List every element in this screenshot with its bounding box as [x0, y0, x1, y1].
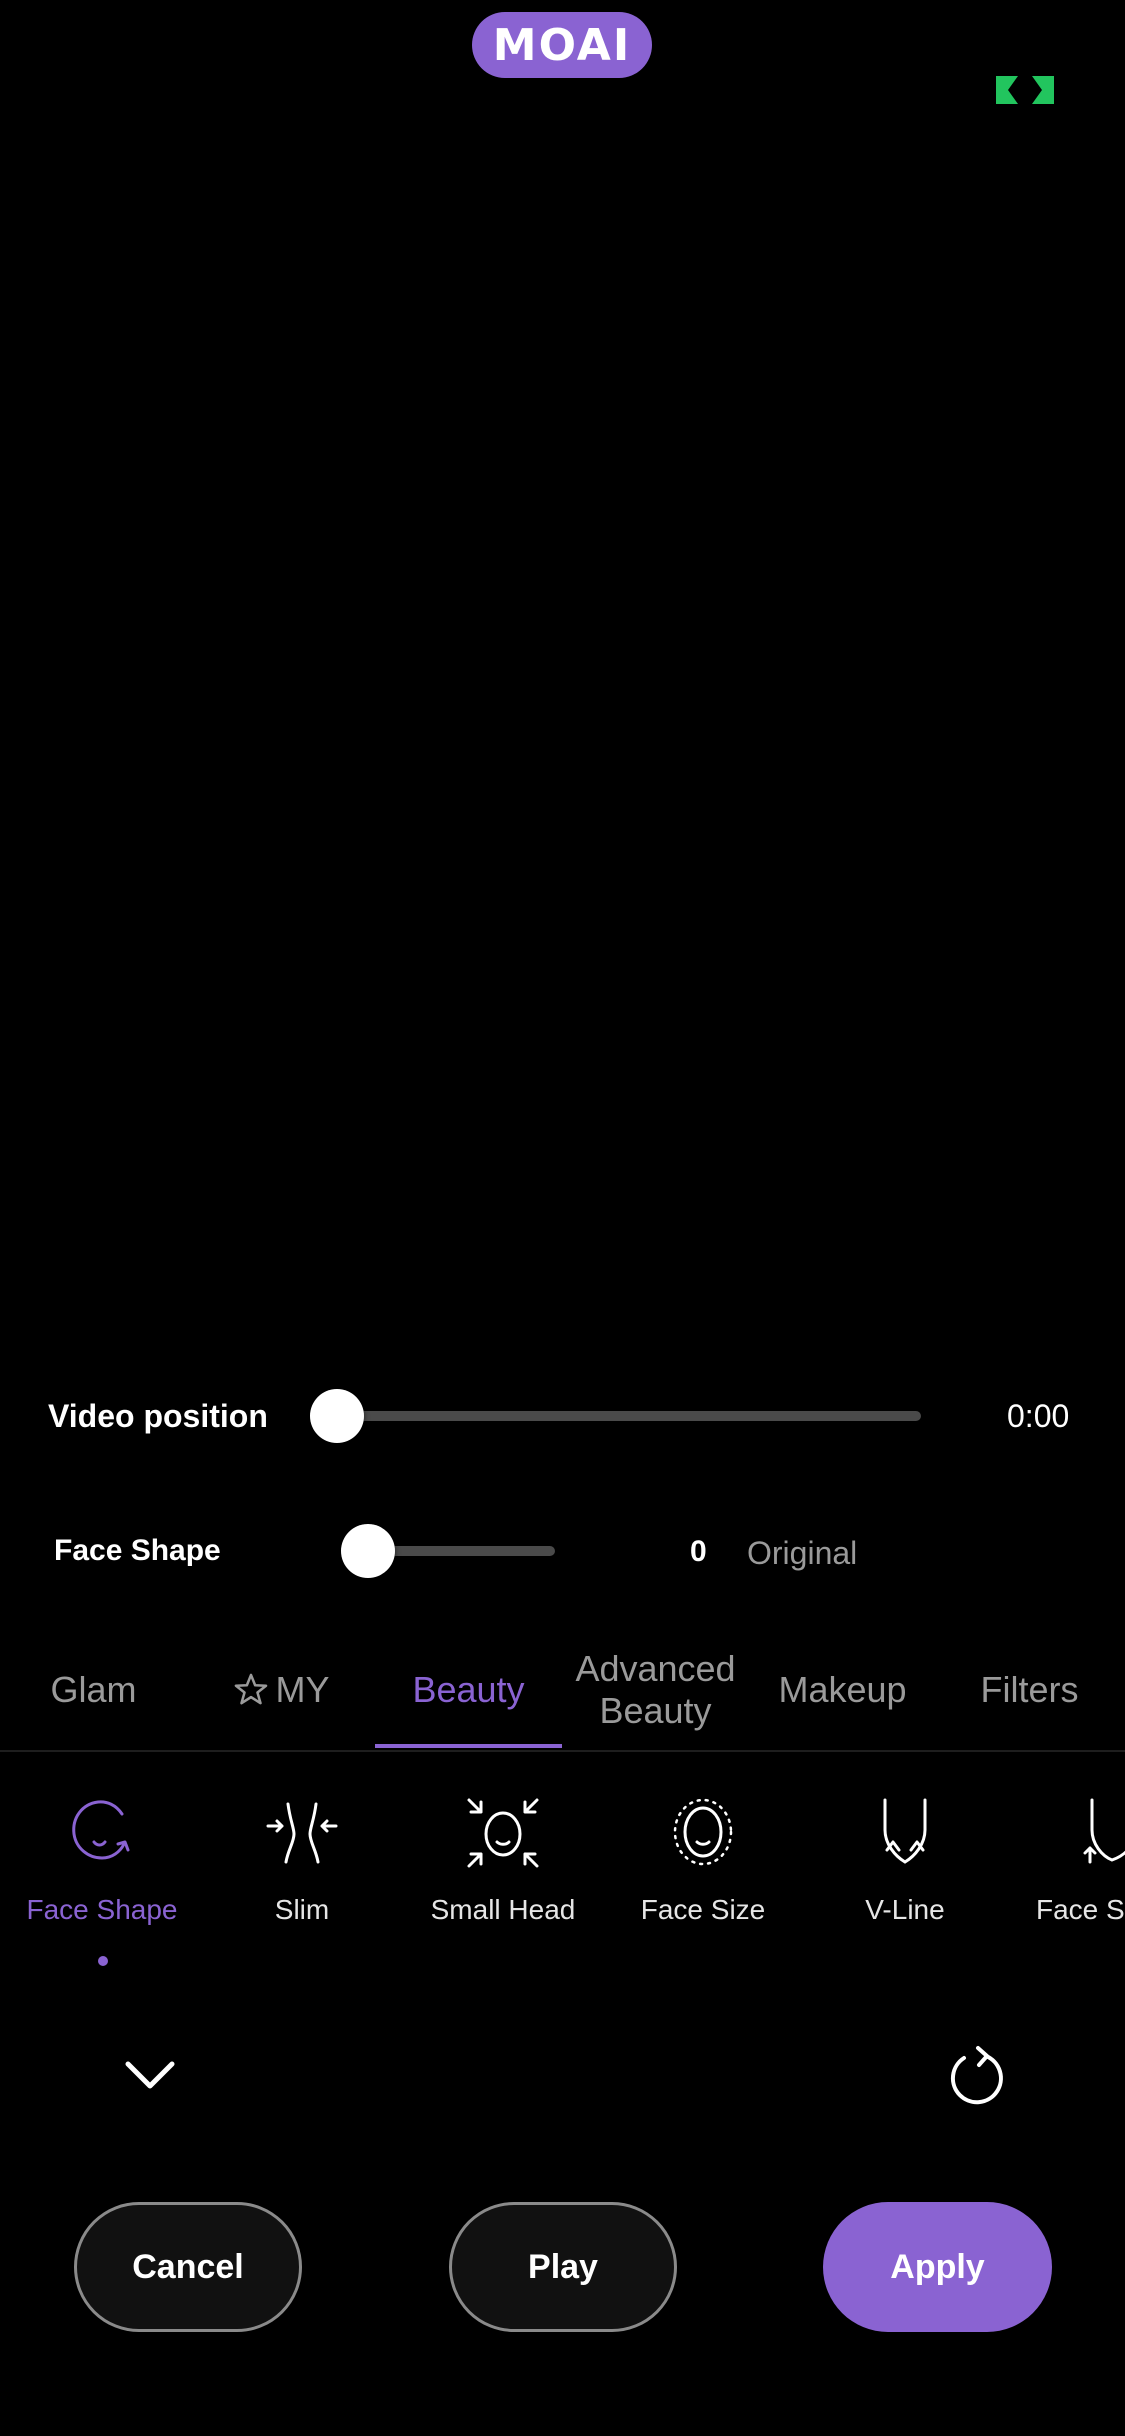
active-tab-indicator [375, 1744, 562, 1748]
face-s-icon [1083, 1798, 1125, 1864]
face-shape-icon [72, 1800, 130, 1860]
expand-icon[interactable] [990, 72, 1060, 108]
cancel-button[interactable]: Cancel [74, 2202, 302, 2332]
tab-beauty[interactable]: Beauty [375, 1630, 562, 1750]
feature-face-shape[interactable]: Face Shape [7, 1790, 197, 1970]
feature-face-size[interactable]: Face Size [608, 1790, 798, 1970]
video-position-thumb[interactable] [310, 1389, 364, 1443]
feature-label: Face S [1036, 1894, 1125, 1925]
tab-filters[interactable]: Filters [936, 1630, 1123, 1750]
star-icon [234, 1673, 267, 1705]
small-head-icon [467, 1798, 539, 1868]
feature-label: Face Size [640, 1894, 766, 1925]
moai-logo: MOAI [472, 12, 652, 78]
video-position-label: Video position [48, 1398, 268, 1434]
face-size-icon [673, 1798, 733, 1866]
active-feature-dot [98, 1956, 108, 1966]
face-shape-thumb[interactable] [341, 1524, 395, 1578]
feature-label: V-Line [865, 1894, 945, 1925]
tab-makeup[interactable]: Makeup [749, 1630, 936, 1750]
play-button[interactable]: Play [449, 2202, 677, 2332]
apply-button[interactable]: Apply [823, 2202, 1052, 2332]
face-shape-value: 0 [690, 1535, 707, 1568]
feature-label: Slim [274, 1894, 330, 1925]
chevron-down-icon[interactable] [120, 2050, 180, 2100]
feature-label: Small Head [430, 1894, 576, 1925]
v-line-icon [883, 1798, 927, 1864]
face-shape-label: Face Shape [54, 1534, 221, 1567]
face-shape-status: Original [747, 1535, 858, 1571]
tab-advanced-beauty[interactable]: Advanced Beauty [562, 1630, 749, 1750]
reset-icon[interactable] [944, 2042, 1006, 2108]
tab-glam[interactable]: Glam [0, 1630, 187, 1750]
video-position-track[interactable] [337, 1411, 921, 1421]
feature-small-head[interactable]: Small Head [408, 1790, 598, 1970]
video-time: 0:00 [1007, 1398, 1070, 1434]
feature-face-s[interactable]: Face S [1010, 1790, 1125, 1970]
slim-icon [266, 1802, 338, 1864]
feature-v-line[interactable]: V-Line [810, 1790, 1000, 1970]
tab-my[interactable]: MY [187, 1630, 374, 1750]
category-tabs: Glam MY Beauty Advanced Beauty Makeup Fi… [0, 1630, 1125, 1752]
feature-label: Face Shape [26, 1894, 178, 1925]
face-shape-track[interactable] [368, 1546, 555, 1556]
logo-text: MOAI [492, 19, 632, 71]
feature-slim[interactable]: Slim [207, 1790, 397, 1970]
